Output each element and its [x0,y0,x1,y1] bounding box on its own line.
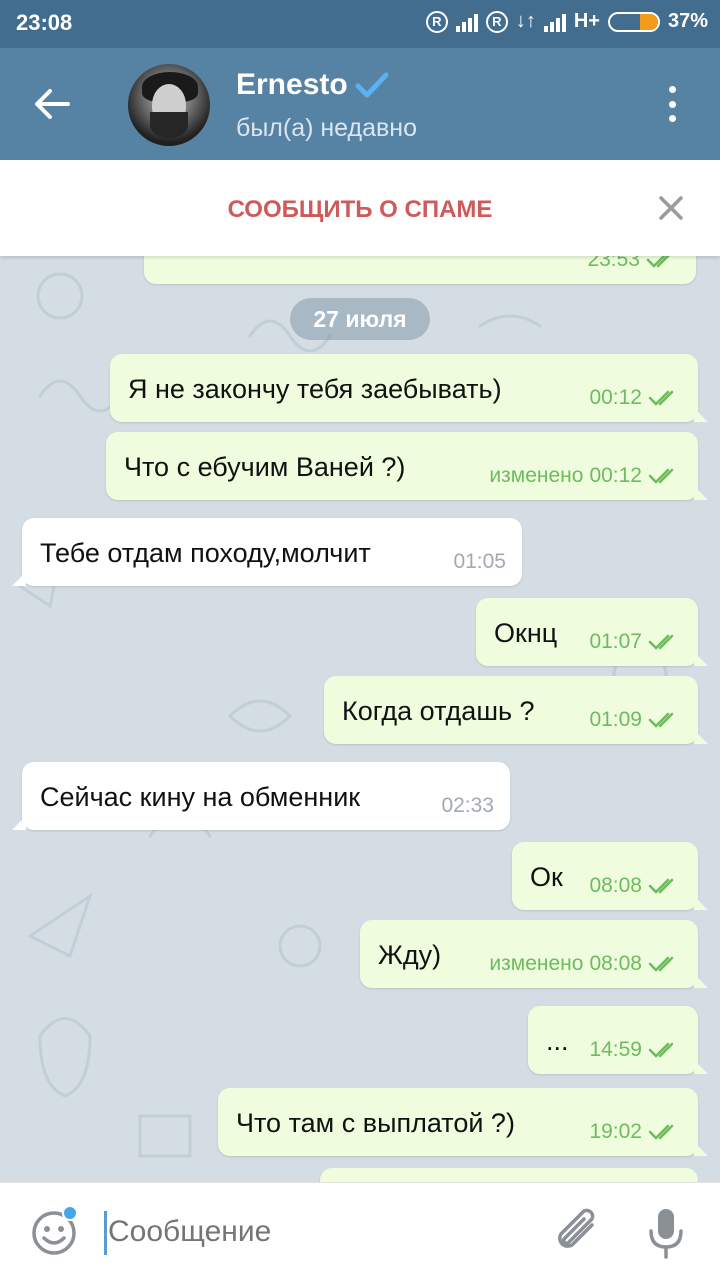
message-meta: 01:07 [589,630,682,654]
verified-check-icon [355,72,389,98]
double-check-icon [648,878,674,894]
microphone-icon[interactable] [646,1207,686,1259]
message-bubble[interactable]: Тебе отдам походу,молчит 01:05 [12,518,522,586]
message-bubble[interactable]: Когда отдашь ? 01:09 [324,676,708,744]
message-time: 08:08 [589,952,642,975]
message-bubble[interactable]: Жду) изменено 08:08 [360,920,708,988]
message-time: 00:12 [589,386,642,409]
battery-fill [640,13,658,30]
message-bubble[interactable]: Что там с выплатой ?) 19:02 [218,1088,708,1156]
message-meta: 01:09 [589,708,682,732]
roaming-icon: R [425,10,448,33]
message-text: Сейчас кину на обменник [40,782,361,812]
message-time: 14:59 [589,1038,642,1061]
battery-icon [607,11,660,32]
contact-status: был(а) недавно [236,114,418,142]
message-text: ... [546,1026,569,1056]
double-check-icon [648,468,674,484]
date-separator: 27 июля [290,298,430,340]
status-time: 23:08 [16,10,73,35]
message-time: 01:05 [453,550,506,573]
message-bubble[interactable]: Ок 08:08 [512,842,708,910]
message-meta: изменено 08:08 [489,952,682,976]
message-meta: 23:53 [587,256,680,272]
chat-header: Ernesto был(а) недавно [0,48,720,160]
message-text: Тебе отдам походу,молчит [40,538,371,568]
message-bubble-partial[interactable]: 23:53 [144,256,696,284]
message-time: 01:07 [589,630,642,653]
double-check-icon [648,390,674,406]
message-meta: 02:33 [441,794,494,818]
message-meta: 19:02 [589,1120,682,1144]
spam-bar: СООБЩИТЬ О СПАМЕ [0,160,720,256]
double-check-icon [646,256,670,268]
text-cursor [104,1211,107,1255]
message-time: 19:02 [589,1120,642,1143]
message-list[interactable]: 23:53 27 июля Я не закончу тебя заебыват… [0,256,720,1182]
message-input[interactable] [108,1215,508,1249]
message-edited-label: изменено [489,464,584,487]
message-text: Когда отдашь ? [342,696,535,726]
signal-icon-2 [543,12,566,32]
avatar[interactable] [128,64,210,146]
message-bubble-partial-bottom[interactable] [320,1168,698,1182]
message-text: Что с ебучим Ваней ?) [124,452,406,482]
close-icon[interactable] [656,193,686,223]
message-text: Я не закончу тебя заебывать) [128,374,502,404]
message-time: 23:53 [587,256,640,271]
message-meta: 08:08 [589,874,682,898]
network-type: H+ [573,10,600,32]
arrow-left-icon[interactable] [32,84,72,124]
message-text: Жду) [378,940,442,970]
message-meta: 01:05 [453,550,506,574]
message-time: 08:08 [589,874,642,897]
roaming-icon-2: R [485,10,508,33]
status-icons: R R ↓↑ H+ 37% [425,10,708,33]
data-transfer-icon: ↓↑ [515,10,536,32]
emoji-notification-dot [62,1205,78,1221]
message-bubble[interactable]: Что с ебучим Ваней ?) изменено 00:12 [106,432,708,500]
double-check-icon [648,712,674,728]
message-bubble[interactable]: Сейчас кину на обменник 02:33 [12,762,510,830]
contact-name: Ernesto [236,68,348,101]
more-vert-icon[interactable] [660,82,684,126]
signal-icon [455,12,478,32]
message-bubble[interactable]: Окнц 01:07 [476,598,708,666]
message-input-bar [0,1182,720,1280]
message-edited-label: изменено [489,952,584,975]
message-time: 00:12 [589,464,642,487]
message-meta: 00:12 [589,386,682,410]
message-bubble[interactable]: ... 14:59 [528,1006,708,1074]
battery-percent: 37% [667,10,708,32]
message-bubble[interactable]: Я не закончу тебя заебывать) 00:12 [110,354,708,422]
double-check-icon [648,956,674,972]
message-time: 02:33 [441,794,494,817]
status-bar: 23:08 R R ↓↑ H+ 37% [0,0,720,48]
paperclip-icon[interactable] [552,1205,604,1261]
message-meta: изменено 00:12 [489,464,682,488]
message-text: Ок [530,862,563,892]
double-check-icon [648,634,674,650]
report-spam-button[interactable]: СООБЩИТЬ О СПАМЕ [0,196,720,224]
contact-title[interactable]: Ernesto [236,68,390,102]
message-meta: 14:59 [589,1038,682,1062]
message-text: Окнц [494,618,558,648]
double-check-icon [648,1124,674,1140]
double-check-icon [648,1042,674,1058]
message-time: 01:09 [589,708,642,731]
message-text: Что там с выплатой ?) [236,1108,515,1138]
